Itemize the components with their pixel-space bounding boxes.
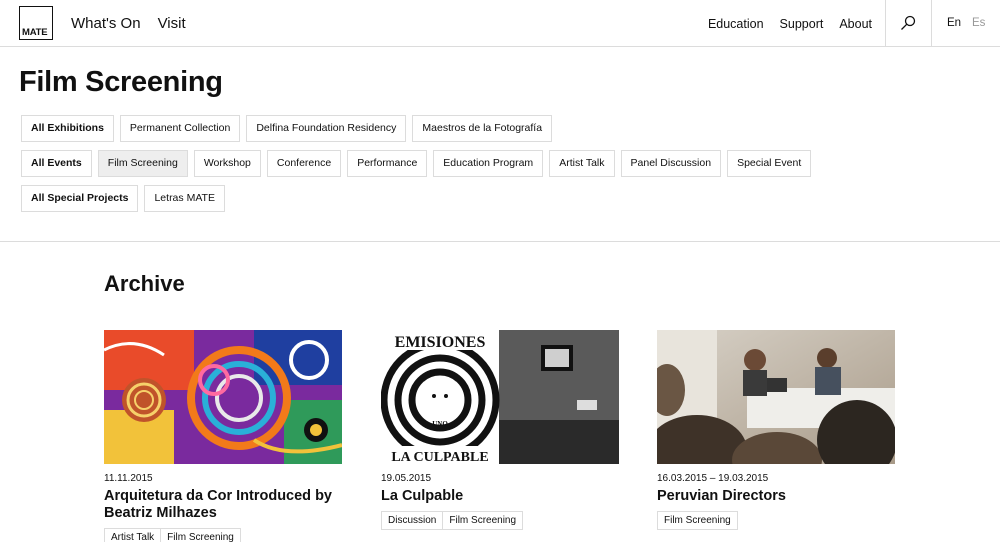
archive-card[interactable]: 11.11.2015 Arquitetura da Cor Introduced… (104, 330, 342, 542)
secondary-nav: Education Support About (708, 17, 872, 31)
card-date: 19.05.2015 (381, 473, 432, 484)
filter-performance[interactable]: Performance (347, 150, 428, 177)
filter-all-special-projects[interactable]: All Special Projects (21, 185, 139, 212)
tag-film-screening[interactable]: Film Screening (442, 511, 524, 530)
search-icon[interactable] (900, 15, 916, 31)
archive-card[interactable]: 16.03.2015 – 19.03.2015 Peruvian Directo… (657, 330, 895, 530)
filter-delfina-residency[interactable]: Delfina Foundation Residency (246, 115, 407, 142)
tag-film-screening[interactable]: Film Screening (657, 511, 738, 530)
filter-panel-discussion[interactable]: Panel Discussion (620, 150, 722, 177)
nav-support[interactable]: Support (780, 17, 824, 31)
archive-card[interactable]: EMISIONES UNO LA CULPABLE 19.05.2015 La … (381, 330, 619, 530)
tag-artist-talk[interactable]: Artist Talk (104, 528, 162, 542)
header-divider (885, 0, 886, 47)
lang-en[interactable]: En (947, 17, 961, 29)
card-title[interactable]: La Culpable (381, 488, 619, 505)
nav-about[interactable]: About (839, 17, 872, 31)
filter-special-event[interactable]: Special Event (727, 150, 812, 177)
card-tags: Film Screening (657, 511, 895, 530)
lang-es[interactable]: Es (972, 17, 985, 29)
filter-artist-talk[interactable]: Artist Talk (549, 150, 615, 177)
card-image[interactable]: EMISIONES UNO LA CULPABLE (381, 330, 619, 464)
logo-text: MATE (22, 27, 48, 38)
filter-permanent-collection[interactable]: Permanent Collection (119, 115, 241, 142)
page-title: Film Screening (19, 66, 223, 98)
filter-film-screening[interactable]: Film Screening (97, 150, 188, 177)
poster-subtitle: UNO (432, 420, 448, 428)
card-tags: Artist Talk Film Screening (104, 528, 342, 542)
card-title[interactable]: Peruvian Directors (657, 488, 895, 505)
tag-discussion[interactable]: Discussion (381, 511, 444, 530)
filter-all-exhibitions[interactable]: All Exhibitions (21, 115, 114, 142)
filter-workshop[interactable]: Workshop (193, 150, 261, 177)
section-divider (0, 241, 1000, 242)
card-image[interactable] (657, 330, 895, 464)
archive-heading: Archive (104, 271, 185, 296)
card-date: 11.11.2015 (104, 473, 153, 484)
card-image[interactable] (104, 330, 342, 464)
filter-education-program[interactable]: Education Program (433, 150, 544, 177)
filter-letras-mate[interactable]: Letras MATE (144, 185, 225, 212)
mate-logo[interactable]: MATE (19, 6, 53, 40)
tag-film-screening[interactable]: Film Screening (160, 528, 241, 542)
card-title[interactable]: Arquitetura da Cor Introduced by Beatriz… (104, 488, 342, 522)
filter-conference[interactable]: Conference (266, 150, 342, 177)
header-divider (931, 0, 932, 47)
nav-education[interactable]: Education (708, 17, 764, 31)
filter-all-events[interactable]: All Events (21, 150, 92, 177)
site-header: MATE What's On Visit Education Support A… (0, 0, 1000, 47)
card-date: 16.03.2015 – 19.03.2015 (657, 473, 769, 484)
event-filters: All Events Film Screening Workshop Confe… (21, 150, 812, 177)
poster-title-bottom: LA CULPABLE (391, 450, 488, 464)
nav-visit[interactable]: Visit (158, 15, 186, 32)
special-project-filters: All Special Projects Letras MATE (21, 185, 225, 212)
filter-maestros-fotografia[interactable]: Maestros de la Fotografía (412, 115, 553, 142)
exhibition-filters: All Exhibitions Permanent Collection Del… (21, 115, 553, 142)
nav-whats-on[interactable]: What's On (71, 15, 141, 32)
card-tags: Discussion Film Screening (381, 511, 619, 530)
primary-nav: What's On Visit (71, 15, 186, 32)
poster-title-top: EMISIONES (395, 334, 486, 351)
